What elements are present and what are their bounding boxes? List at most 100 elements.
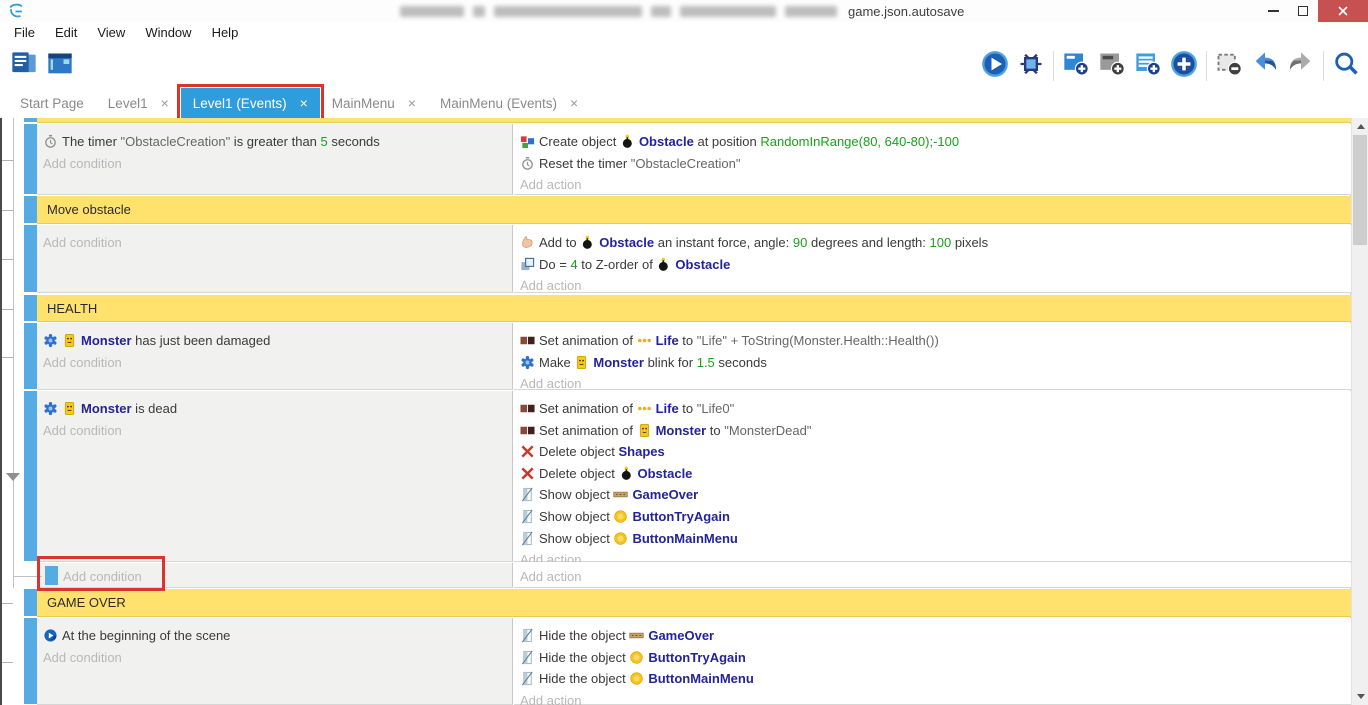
actions-cell[interactable]: Set animation of Life to "Life0"Set anim… (514, 391, 1351, 562)
action-line[interactable]: Reset the timer "ObstacleCreation" (520, 153, 1351, 175)
action-line[interactable]: Set animation of Monster to "MonsterDead… (520, 420, 1351, 442)
subevent-selection-bar[interactable] (45, 566, 58, 585)
conditions-cell[interactable]: Monster is deadAdd condition (37, 391, 513, 562)
actions-cell[interactable]: Hide the object GameOverHide the object … (514, 618, 1351, 705)
action-line[interactable]: Show object ButtonTryAgain (520, 506, 1351, 528)
undo-button[interactable] (1247, 47, 1283, 85)
project-manager-button[interactable] (6, 47, 42, 85)
tab-mainmenu[interactable]: MainMenu× (320, 88, 428, 118)
actions-cell[interactable]: Add action (514, 563, 1351, 588)
tab-level1-events[interactable]: Level1 (Events)× (181, 88, 320, 118)
tab-close-icon[interactable]: × (300, 95, 308, 111)
minimize-button[interactable] (1258, 0, 1288, 22)
play-button[interactable] (977, 47, 1013, 85)
add-action-button[interactable]: Add action (520, 275, 1351, 293)
actions-cell[interactable]: Create object Obstacle at position Rando… (514, 124, 1351, 195)
event-selection-bar[interactable] (24, 618, 37, 704)
tab-start-page[interactable]: Start Page (8, 88, 96, 118)
group-header-row-game-over[interactable]: GAME OVER (0, 589, 1351, 617)
search-button[interactable] (1328, 47, 1364, 85)
condition-line[interactable]: At the beginning of the scene (43, 625, 512, 647)
group-header-row[interactable] (0, 118, 1351, 123)
tab-close-icon[interactable]: × (408, 95, 416, 111)
text-segment: Delete object (539, 466, 619, 481)
condition-line[interactable]: Monster is dead (43, 398, 512, 420)
tab-close-icon[interactable]: × (570, 95, 578, 111)
add-subevent-button[interactable] (1094, 47, 1130, 85)
redo-button[interactable] (1283, 47, 1319, 85)
action-line[interactable]: Show object GameOver (520, 484, 1351, 506)
debug-button[interactable] (1013, 47, 1049, 85)
action-line[interactable]: Create object Obstacle at position Rando… (520, 131, 1351, 153)
tab-level1[interactable]: Level1× (96, 88, 181, 118)
event-row[interactable]: At the beginning of the sceneAdd conditi… (0, 618, 1351, 705)
event-row[interactable]: Monster is deadAdd conditionSet animatio… (0, 391, 1351, 562)
add-condition-button[interactable]: Add condition (43, 647, 512, 669)
subevent-row[interactable]: Add condition Add action (0, 563, 1351, 588)
restore-button[interactable] (1288, 0, 1318, 22)
action-line[interactable]: Set animation of Life to "Life" + ToStri… (520, 330, 1351, 352)
scrollbar-thumb[interactable] (1353, 135, 1367, 245)
event-selection-bar[interactable] (24, 124, 37, 194)
add-action-button[interactable]: Add action (520, 549, 1351, 562)
vertical-scrollbar[interactable] (1351, 118, 1368, 705)
collapse-expand-arrow-icon[interactable] (6, 473, 20, 481)
add-condition-button[interactable]: Add condition (63, 566, 512, 588)
event-selection-bar[interactable] (24, 295, 37, 321)
tab-mainmenu-events[interactable]: MainMenu (Events)× (428, 88, 590, 118)
add-action-button[interactable]: Add action (520, 373, 1351, 390)
condition-line[interactable]: Monster has just been damaged (43, 330, 512, 352)
add-comment-button[interactable] (1130, 47, 1166, 85)
tab-close-icon[interactable]: × (161, 95, 169, 111)
add-condition-button[interactable]: Add condition (43, 153, 512, 175)
action-line[interactable]: Do = 4 to Z-order of Obstacle (520, 254, 1351, 276)
add-circle-button[interactable] (1166, 47, 1202, 85)
action-line[interactable]: Hide the object ButtonTryAgain (520, 647, 1351, 669)
add-condition-button[interactable]: Add condition (43, 352, 512, 374)
actions-cell[interactable]: Add to Obstacle an instant force, angle:… (514, 225, 1351, 293)
menu-edit[interactable]: Edit (45, 22, 87, 44)
event-row[interactable]: The timer "ObstacleCreation" is greater … (0, 124, 1351, 195)
add-action-button[interactable]: Add action (520, 690, 1351, 705)
condition-line[interactable]: The timer "ObstacleCreation" is greater … (43, 131, 512, 153)
conditions-cell[interactable]: Add condition (40, 563, 513, 588)
add-condition-button[interactable]: Add condition (43, 232, 512, 254)
conditions-cell[interactable]: Add condition (37, 225, 513, 293)
menu-help[interactable]: Help (202, 22, 249, 44)
event-row[interactable]: Monster has just been damagedAdd conditi… (0, 323, 1351, 390)
action-line[interactable]: Delete object Obstacle (520, 463, 1351, 485)
event-selection-bar[interactable] (24, 589, 37, 616)
conditions-cell[interactable]: At the beginning of the sceneAdd conditi… (37, 618, 513, 705)
scroll-up-button[interactable] (1352, 119, 1368, 134)
group-header-row-health[interactable]: HEALTH (0, 295, 1351, 322)
event-selection-bar[interactable] (24, 196, 37, 223)
group-header-row-move-obstacle[interactable]: Move obstacle (0, 196, 1351, 224)
event-selection-bar[interactable] (24, 323, 37, 389)
add-action-button[interactable]: Add action (520, 174, 1351, 195)
close-button[interactable] (1318, 0, 1368, 22)
menu-window[interactable]: Window (135, 22, 201, 44)
scroll-down-button[interactable] (1352, 689, 1368, 704)
conditions-cell[interactable]: The timer "ObstacleCreation" is greater … (37, 124, 513, 195)
menu-view[interactable]: View (87, 22, 135, 44)
actions-cell[interactable]: Set animation of Life to "Life" + ToStri… (514, 323, 1351, 390)
event-row[interactable]: Add condition Add to Obstacle an instant … (0, 225, 1351, 293)
text-segment: 4 (570, 257, 577, 272)
conditions-cell[interactable]: Monster has just been damagedAdd conditi… (37, 323, 513, 390)
add-action-button[interactable]: Add action (520, 566, 1351, 588)
add-condition-button[interactable]: Add condition (43, 420, 512, 442)
action-line[interactable]: Delete object Shapes (520, 441, 1351, 463)
scene-editor-button[interactable] (42, 47, 78, 85)
action-line[interactable]: Show object ButtonMainMenu (520, 528, 1351, 550)
event-selection-bar[interactable] (24, 391, 37, 561)
event-selection-bar[interactable] (24, 118, 37, 122)
add-event-button[interactable] (1058, 47, 1094, 85)
action-line[interactable]: Set animation of Life to "Life0" (520, 398, 1351, 420)
menu-file[interactable]: File (4, 22, 45, 44)
delete-event-button[interactable] (1211, 47, 1247, 85)
event-selection-bar[interactable] (24, 225, 37, 292)
action-line[interactable]: Hide the object ButtonMainMenu (520, 668, 1351, 690)
action-line[interactable]: Hide the object GameOver (520, 625, 1351, 647)
action-line[interactable]: Add to Obstacle an instant force, angle:… (520, 232, 1351, 254)
action-line[interactable]: Make Monster blink for 1.5 seconds (520, 352, 1351, 374)
